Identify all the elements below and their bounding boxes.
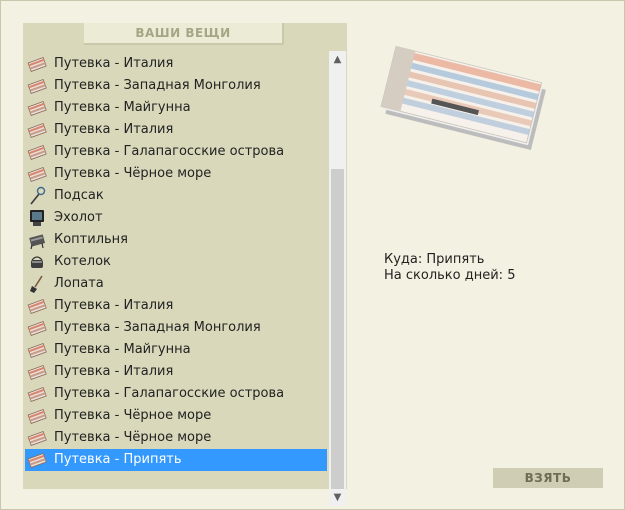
ticket-icon (26, 163, 48, 185)
inventory-tab-title: ВАШИ ВЕЩИ (84, 23, 284, 45)
inventory-item-label: Лопата (54, 276, 104, 291)
scroll-up-arrow-icon[interactable]: ▲ (329, 51, 346, 68)
inventory-item-label: Путевка - Италия (54, 298, 174, 313)
inventory-item-label: Путевка - Чёрное море (54, 166, 212, 181)
scrollbar-thumb[interactable] (331, 169, 344, 489)
inventory-item-label: Путевка - Майгунна (54, 100, 191, 115)
inventory-list-item[interactable]: Путевка - Майгунна (25, 97, 327, 119)
inventory-item-label: Путевка - Италия (54, 56, 174, 71)
days-label: На сколько дней: (384, 268, 504, 283)
inventory-item-label: Котелок (54, 254, 111, 269)
ticket-icon (26, 427, 48, 449)
ticket-icon (26, 383, 48, 405)
echo-sounder-icon (26, 207, 48, 229)
inventory-list-item[interactable]: Путевка - Италия (25, 295, 327, 317)
inventory-item-label: Путевка - Италия (54, 364, 174, 379)
inventory-item-label: Эхолот (54, 210, 103, 225)
inventory-list-item[interactable]: Лопата (25, 273, 327, 295)
take-button[interactable]: ВЗЯТЬ (493, 468, 603, 488)
inventory-list-item[interactable]: Эхолот (25, 207, 327, 229)
inventory-list-item[interactable]: Путевка - Италия (25, 53, 327, 75)
inventory-list-item[interactable]: Путевка - Припять (25, 449, 327, 471)
inventory-list-item[interactable]: Путевка - Галапагосские острова (25, 141, 327, 163)
inventory-list-item[interactable]: Путевка - Италия (25, 119, 327, 141)
inventory-item-label: Путевка - Галапагосские острова (54, 386, 285, 401)
inventory-list-item[interactable]: Путевка - Галапагосские острова (25, 383, 327, 405)
inventory-list-item[interactable]: Путевка - Майгунна (25, 339, 327, 361)
inventory-list-item[interactable]: Путевка - Италия (25, 361, 327, 383)
ticket-preview-image (376, 40, 548, 168)
smokehouse-icon (26, 229, 48, 251)
inventory-list-item[interactable]: Путевка - Западная Монголия (25, 317, 327, 339)
inventory-list-item[interactable]: Путевка - Чёрное море (25, 427, 327, 449)
inventory-item-label: Путевка - Майгунна (54, 342, 191, 357)
ticket-icon (26, 75, 48, 97)
inventory-item-label: Подсак (54, 188, 104, 203)
ticket-details: Куда: Припять На сколько дней: 5 (384, 252, 515, 284)
ticket-icon (26, 317, 48, 339)
inventory-scrollbar[interactable]: ▲ ▼ (329, 51, 346, 506)
inventory-item-label: Коптильня (54, 232, 128, 247)
days-value: 5 (507, 268, 516, 283)
ticket-icon (26, 361, 48, 383)
destination-value: Припять (426, 252, 485, 267)
inventory-panel: ВАШИ ВЕЩИ Путевка - Италия Путевка - Запа… (23, 23, 347, 506)
inventory-item-label: Путевка - Италия (54, 122, 174, 137)
ticket-icon (26, 141, 48, 163)
inventory-list-item[interactable]: Котелок (25, 251, 327, 273)
inventory-item-label: Путевка - Припять (54, 452, 182, 467)
ticket-icon (26, 295, 48, 317)
inventory-list: Путевка - Италия Путевка - Западная Монго… (25, 53, 327, 471)
inventory-list-item[interactable]: Путевка - Чёрное море (25, 405, 327, 427)
ticket-icon (26, 53, 48, 75)
inventory-list-item[interactable]: Путевка - Западная Монголия (25, 75, 327, 97)
inventory-item-label: Путевка - Галапагосские острова (54, 144, 285, 159)
days-row: На сколько дней: 5 (384, 268, 515, 284)
ticket-icon (26, 119, 48, 141)
ticket-icon (26, 97, 48, 119)
inventory-item-label: Путевка - Западная Монголия (54, 78, 261, 93)
landing-net-icon (26, 185, 48, 207)
inventory-item-label: Путевка - Западная Монголия (54, 320, 261, 335)
inventory-list-item[interactable]: Путевка - Чёрное море (25, 163, 327, 185)
inventory-item-label: Путевка - Чёрное море (54, 408, 212, 423)
scroll-down-arrow-icon[interactable]: ▼ (329, 489, 346, 506)
ticket-icon (26, 339, 48, 361)
destination-row: Куда: Припять (384, 252, 515, 268)
ticket-icon (26, 405, 48, 427)
pot-icon (26, 251, 48, 273)
destination-label: Куда: (384, 252, 423, 267)
shovel-icon (26, 273, 48, 295)
ticket-icon (26, 449, 48, 471)
inventory-list-item[interactable]: Коптильня (25, 229, 327, 251)
inventory-item-label: Путевка - Чёрное море (54, 430, 212, 445)
inventory-list-item[interactable]: Подсак (25, 185, 327, 207)
